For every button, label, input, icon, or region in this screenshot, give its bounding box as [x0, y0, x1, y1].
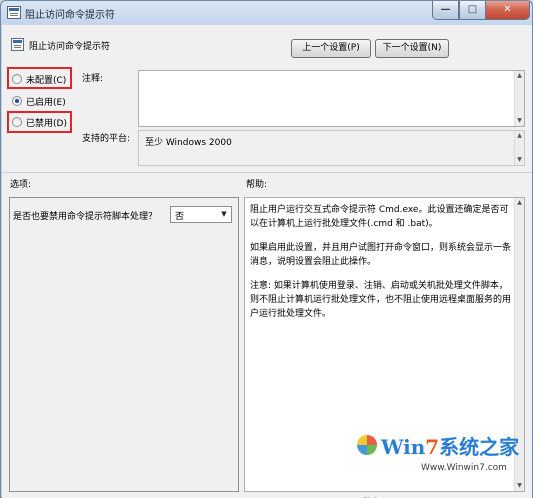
- close-button[interactable]: ✕: [486, 1, 530, 20]
- dialog-body: 阻止访问命令提示符 上一个设置(P) 下一个设置(N) 未配置(C) 已启用(E…: [2, 25, 532, 498]
- platform-value: 至少 Windows 2000: [145, 138, 232, 148]
- scroll-up-icon[interactable]: ▲: [515, 72, 524, 80]
- options-label: 选项:: [10, 180, 32, 190]
- chevron-down-icon: ▼: [221, 210, 227, 218]
- radio-label: 已启用(E): [26, 98, 66, 108]
- section-divider: [2, 172, 532, 173]
- help-text: 阻止用户运行交互式命令提示符 Cmd.exe。此设置还确定是否可以在计算机上运行…: [250, 203, 512, 331]
- watermark-title-seven: 7: [425, 435, 440, 459]
- policy-setting-icon: [11, 38, 24, 51]
- close-icon: ✕: [503, 4, 512, 15]
- policy-icon: [7, 6, 21, 19]
- next-setting-button[interactable]: 下一个设置(N): [375, 39, 449, 58]
- comment-scrollbar[interactable]: ▲ ▼: [514, 71, 524, 126]
- watermark-url: Www.Winwin7.com: [421, 463, 507, 473]
- comment-textarea[interactable]: ▲ ▼: [138, 70, 525, 127]
- dropdown-value: 否: [175, 212, 185, 222]
- watermark-title: Win7系统之家: [381, 431, 519, 460]
- scroll-down-icon[interactable]: ▼: [515, 482, 524, 490]
- caption-buttons: — □ ✕: [432, 1, 530, 20]
- scroll-down-icon[interactable]: ▼: [515, 117, 524, 125]
- watermark-title-suffix: 系统之家: [439, 435, 520, 459]
- maximize-button[interactable]: □: [459, 1, 486, 20]
- policy-name: 阻止访问命令提示符: [29, 42, 111, 52]
- policy-window: 阻止访问命令提示符 — □ ✕ 阻止访问命令提示符 上一个设置(P) 下一个设置…: [0, 0, 533, 498]
- highlight-box-disabled: [7, 111, 72, 133]
- title-bar[interactable]: 阻止访问命令提示符 — □ ✕: [1, 1, 532, 25]
- minimize-icon: —: [440, 4, 451, 15]
- maximize-icon: □: [467, 4, 478, 15]
- scroll-up-icon[interactable]: ▲: [515, 199, 524, 207]
- platform-scrollbar[interactable]: ▲ ▼: [514, 131, 524, 165]
- minimize-button[interactable]: —: [432, 1, 459, 20]
- platform-label: 支持的平台:: [82, 134, 131, 144]
- radio-indicator: [12, 96, 22, 106]
- highlight-box-not-configured: [7, 67, 72, 89]
- platform-field: 至少 Windows 2000 ▲ ▼: [138, 130, 525, 166]
- comment-label: 注释:: [82, 74, 104, 84]
- option-question: 是否也要禁用命令提示符脚本处理？: [13, 212, 158, 222]
- window-title: 阻止访问命令提示符: [25, 10, 115, 21]
- help-paragraph: 注意: 如果计算机使用登录、注销、启动或关机批处理文件脚本，则不阻止计算机运行批…: [250, 281, 512, 319]
- watermark-title-prefix: Win: [381, 435, 426, 459]
- script-processing-dropdown[interactable]: 否 ▼: [170, 206, 232, 223]
- previous-setting-button[interactable]: 上一个设置(P): [291, 39, 371, 58]
- scroll-down-icon[interactable]: ▼: [515, 156, 524, 164]
- scroll-up-icon[interactable]: ▲: [515, 132, 524, 140]
- help-paragraph: 如果启用此设置，并且用户试图打开命令窗口，则系统会显示一条消息，说明设置会阻止此…: [250, 243, 512, 267]
- watermark-logo: [357, 435, 377, 455]
- options-panel: 是否也要禁用命令提示符脚本处理？ 否 ▼: [9, 197, 239, 492]
- help-paragraph: 阻止用户运行交互式命令提示符 Cmd.exe。此设置还确定是否可以在计算机上运行…: [250, 205, 509, 229]
- help-label: 帮助:: [246, 180, 268, 190]
